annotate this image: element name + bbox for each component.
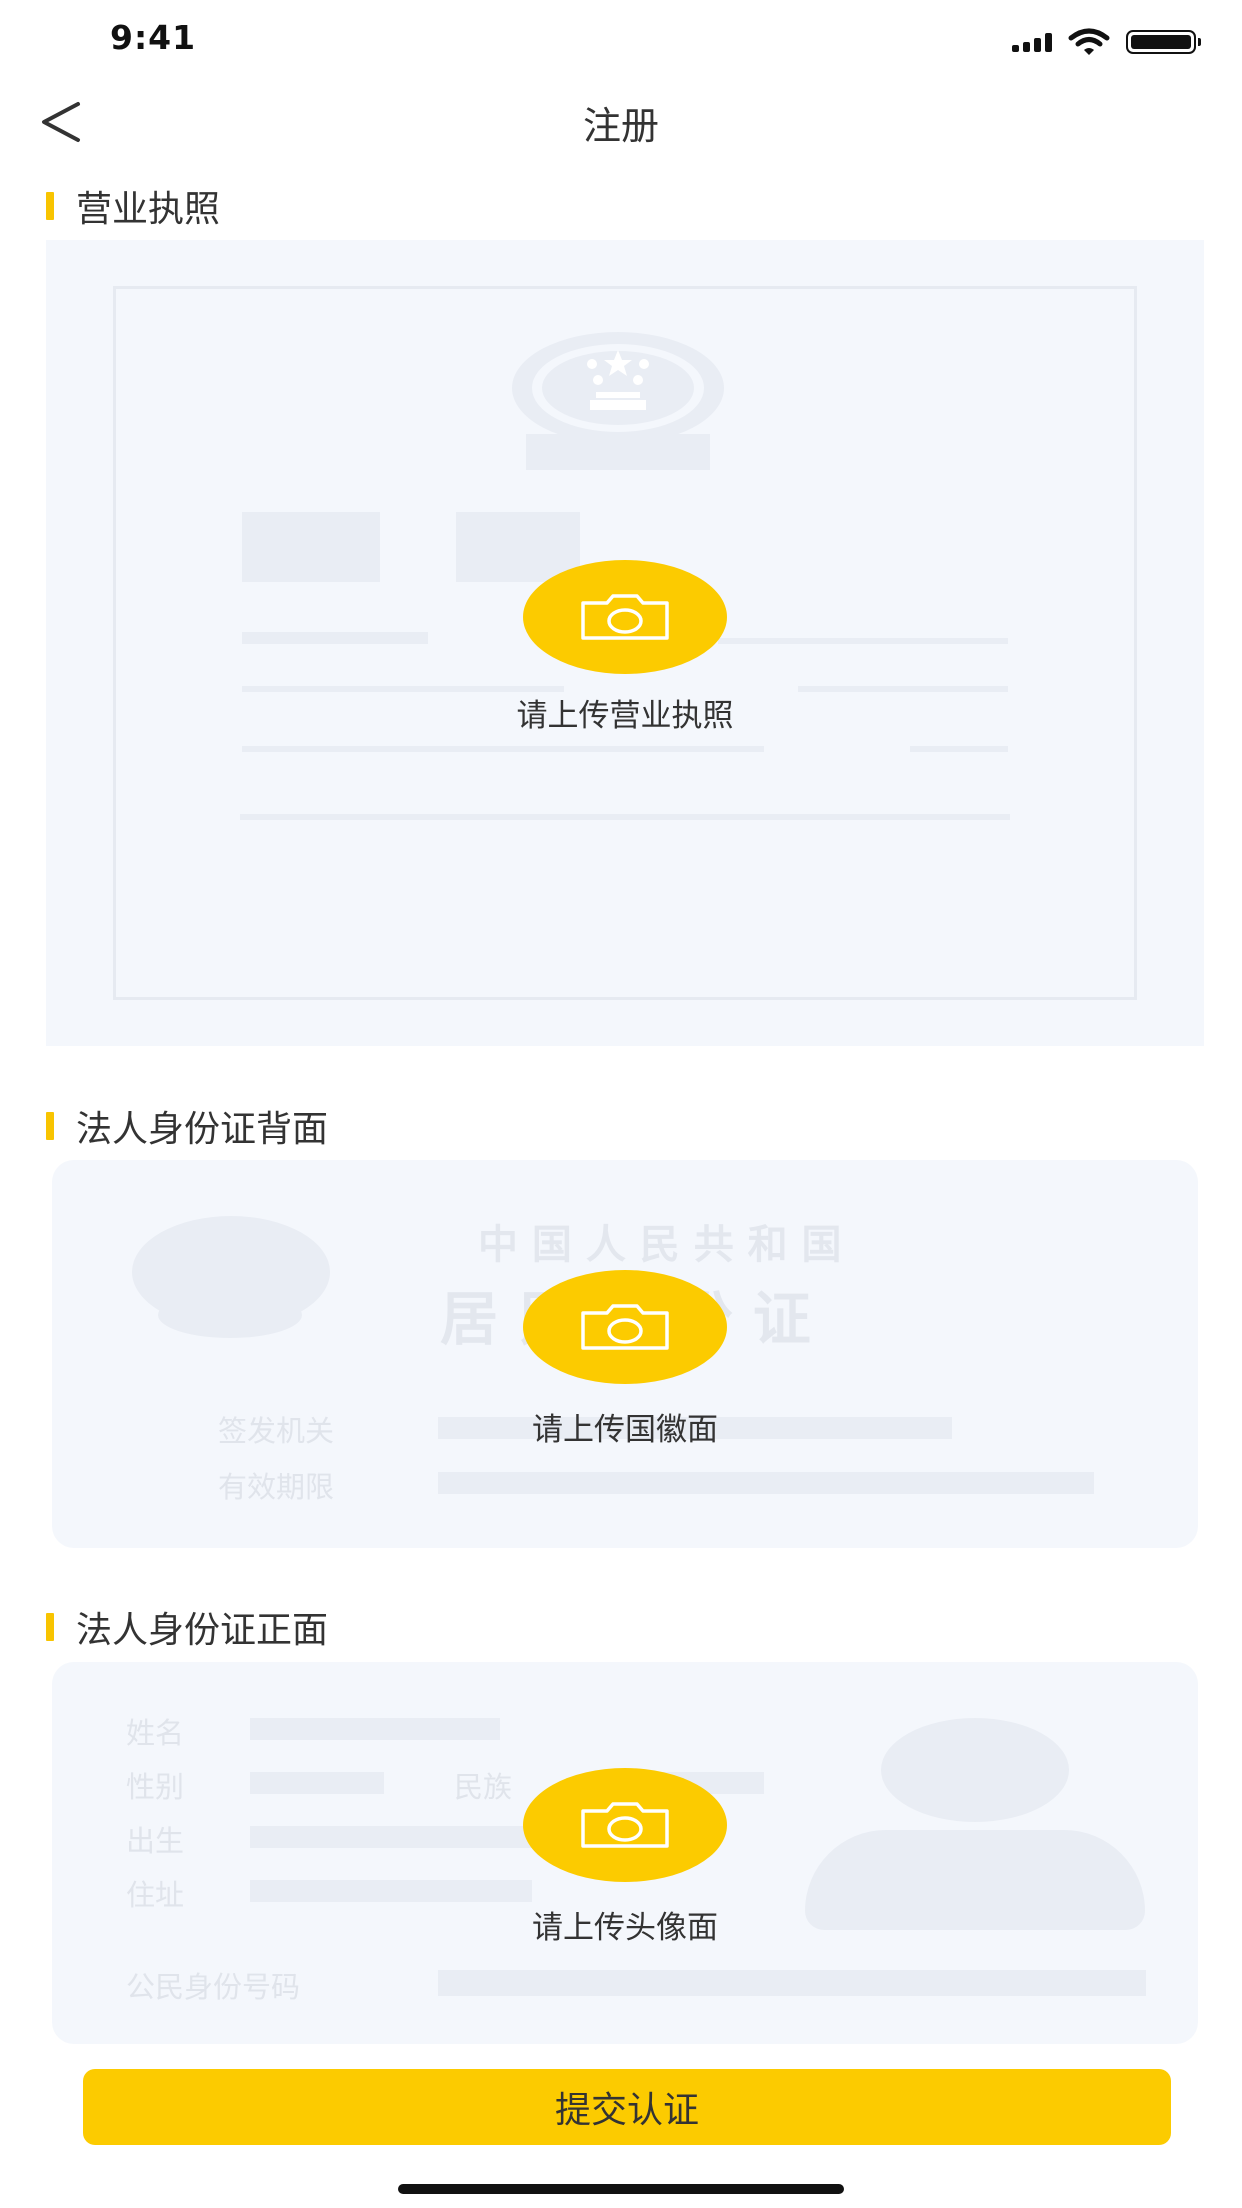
section-heading-id-back: 法人身份证背面	[46, 1100, 328, 1152]
field-label-issuer: 签发机关	[218, 1414, 335, 1448]
business-license-upload-card[interactable]: 请上传营业执照	[46, 240, 1204, 1046]
field-label-gender: 性别	[126, 1770, 185, 1804]
placeholder-line	[242, 746, 764, 752]
field-label-birth: 出生	[126, 1824, 185, 1858]
status-time: 9:41	[110, 18, 197, 57]
section-heading-id-front: 法人身份证正面	[46, 1601, 328, 1653]
placeholder-line	[798, 686, 1008, 692]
field-label-id-number: 公民身份号码	[126, 1970, 301, 2004]
placeholder-field	[250, 1718, 500, 1740]
placeholder-line	[910, 746, 1008, 752]
placeholder-field	[438, 1472, 1094, 1494]
upload-license-button[interactable]	[523, 560, 727, 674]
heading-accent-bar	[46, 192, 54, 220]
section-heading-label: 营业执照	[76, 189, 221, 230]
home-indicator	[398, 2184, 844, 2194]
upload-license-label: 请上传营业执照	[516, 698, 734, 734]
placeholder-field	[250, 1826, 532, 1848]
placeholder-emblem-base	[158, 1292, 302, 1338]
emblem-icon	[512, 332, 724, 470]
card-title-line1: 中 国 人 民 共 和 国	[478, 1222, 842, 1268]
field-label-ethnicity: 民族	[454, 1770, 513, 1804]
section-heading-label: 法人身份证背面	[76, 1109, 329, 1150]
upload-portrait-side-button[interactable]	[523, 1768, 727, 1882]
page-title: 注册	[582, 104, 659, 148]
field-label-validity: 有效期限	[218, 1470, 335, 1504]
placeholder-avatar-body	[805, 1830, 1145, 1930]
upload-portrait-side-label: 请上传头像面	[532, 1910, 718, 1946]
section-heading-license: 营业执照	[46, 180, 220, 232]
placeholder-field	[250, 1880, 532, 1902]
signal-icon	[1012, 32, 1052, 52]
placeholder-line	[718, 638, 1008, 644]
submit-button[interactable]: 提交认证	[83, 2069, 1171, 2145]
status-icons	[1012, 28, 1201, 56]
wifi-icon	[1068, 28, 1110, 55]
placeholder-field	[438, 1970, 1146, 1996]
section-heading-label: 法人身份证正面	[76, 1610, 329, 1651]
heading-accent-bar	[46, 1613, 54, 1641]
id-front-upload-card[interactable]: 姓名 性别 民族 出生 住址 公民身份号码 请上传头像面	[52, 1662, 1198, 2044]
upload-emblem-side-label: 请上传国徽面	[532, 1412, 718, 1448]
field-label-address: 住址	[126, 1878, 185, 1912]
camera-icon	[581, 1802, 669, 1848]
battery-icon	[1126, 30, 1201, 54]
placeholder-line	[242, 632, 428, 644]
camera-icon	[581, 1304, 669, 1350]
placeholder-avatar-head	[881, 1718, 1069, 1822]
placeholder-field	[250, 1772, 384, 1794]
camera-icon	[581, 594, 669, 640]
field-label-name: 姓名	[126, 1716, 185, 1750]
upload-emblem-side-button[interactable]	[523, 1270, 727, 1384]
placeholder-block	[242, 512, 380, 582]
id-back-upload-card[interactable]: 中 国 人 民 共 和 国 居 民 身 份 证 签发机关 有效期限 请上传国徽面	[52, 1160, 1198, 1548]
placeholder-line	[240, 814, 1010, 820]
heading-accent-bar	[46, 1112, 54, 1140]
